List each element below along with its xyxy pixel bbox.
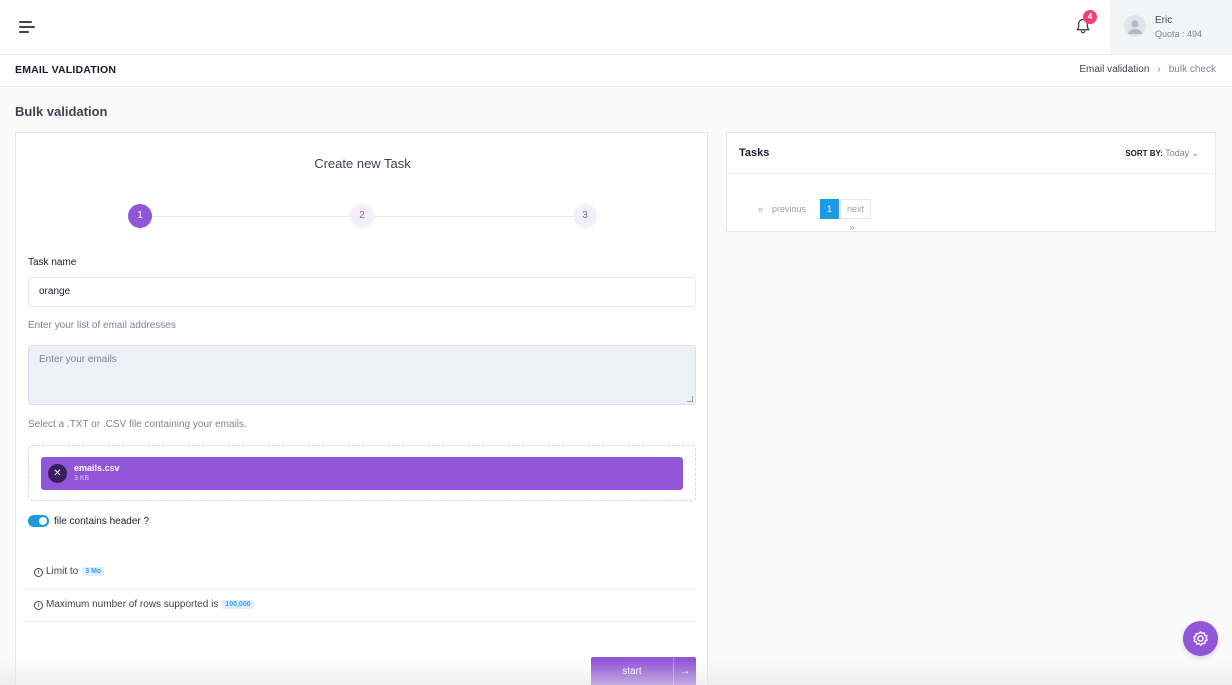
limit-row: i Limit to 3 Mo xyxy=(23,556,696,589)
breadcrumb-separator-icon: › xyxy=(1157,64,1161,75)
emails-textarea[interactable]: Enter your emails xyxy=(28,345,696,405)
user-quota: Quota : 494 xyxy=(1155,29,1203,39)
top-header: 4 Eric Quota : 494 xyxy=(0,0,1232,55)
pagination-page-1[interactable]: 1 xyxy=(820,199,839,219)
tasks-title: Tasks xyxy=(739,147,770,159)
section-title: Bulk validation xyxy=(15,104,108,119)
toggle-knob xyxy=(39,517,47,525)
sort-by-label: SORT BY: xyxy=(1125,149,1163,158)
chevron-down-icon: ⌄ xyxy=(1191,148,1199,158)
step-3[interactable]: 3 xyxy=(573,204,597,228)
file-size: 3 KB xyxy=(74,475,90,482)
start-button-label: start xyxy=(622,666,642,677)
file-label: Select a .TXT or .CSV file containing yo… xyxy=(28,419,247,430)
page-title: EMAIL VALIDATION xyxy=(15,64,117,76)
start-button[interactable]: start → xyxy=(591,657,696,685)
create-task-title: Create new Task xyxy=(314,156,411,171)
breadcrumb-item-email-validation[interactable]: Email validation xyxy=(1079,64,1149,75)
limit-chip: 3 Mo xyxy=(82,567,105,576)
step-2[interactable]: 2 xyxy=(350,204,374,228)
file-item: ✕ emails.csv 3 KB xyxy=(41,457,683,490)
limit-text: Limit to xyxy=(46,566,79,577)
arrow-right-icon: → xyxy=(673,657,696,685)
pagination-next-label: next xyxy=(847,204,865,214)
emails-label: Enter your list of email addresses xyxy=(28,320,176,331)
file-name: emails.csv xyxy=(74,463,120,473)
breadcrumb-item-bulk-check: bulk check xyxy=(1168,64,1216,75)
notification-badge: 4 xyxy=(1083,10,1097,24)
sort-by-value: Today xyxy=(1165,148,1190,158)
max-rows-chip: 100,000 xyxy=(222,600,254,609)
user-avatar-icon xyxy=(1124,15,1146,37)
resize-handle[interactable] xyxy=(687,396,693,402)
info-icon: i xyxy=(34,601,43,610)
task-name-input[interactable]: orange xyxy=(28,277,696,307)
tasks-header: Tasks SORT BY: Today ⌄ xyxy=(727,133,1215,174)
step-1[interactable]: 1 xyxy=(128,204,152,228)
close-icon[interactable]: ✕ xyxy=(48,464,67,483)
create-task-card: Create new Task 1 2 3 Task name orange E… xyxy=(15,132,708,685)
menu-icon[interactable] xyxy=(19,21,35,33)
user-menu[interactable]: Eric Quota : 494 xyxy=(1110,0,1232,54)
max-rows-text: Maximum number of rows supported is xyxy=(46,599,219,610)
max-rows-row: i Maximum number of rows supported is 100,… xyxy=(23,589,696,622)
file-dropzone[interactable]: ✕ emails.csv 3 KB xyxy=(28,445,696,501)
info-icon: i xyxy=(34,568,43,577)
subheader: EMAIL VALIDATION Email validation › bulk c… xyxy=(0,55,1232,87)
gear-icon xyxy=(1192,631,1209,647)
header-toggle-label: file contains header ? xyxy=(54,516,150,527)
pagination-next[interactable]: next » xyxy=(840,199,872,232)
previous-icon: « xyxy=(758,204,764,214)
sort-by-dropdown[interactable]: SORT BY: Today ⌄ xyxy=(1125,148,1199,159)
task-name-label: Task name xyxy=(28,257,77,268)
header-toggle[interactable] xyxy=(28,515,49,527)
settings-fab[interactable] xyxy=(1183,621,1218,656)
user-name: Eric xyxy=(1155,15,1173,26)
emails-placeholder: Enter your emails xyxy=(39,354,117,365)
tasks-card: Tasks SORT BY: Today ⌄ « previous 1 next… xyxy=(726,132,1216,232)
pagination-previous[interactable]: previous xyxy=(772,199,806,219)
breadcrumb: Email validation › bulk check xyxy=(1079,64,1216,75)
